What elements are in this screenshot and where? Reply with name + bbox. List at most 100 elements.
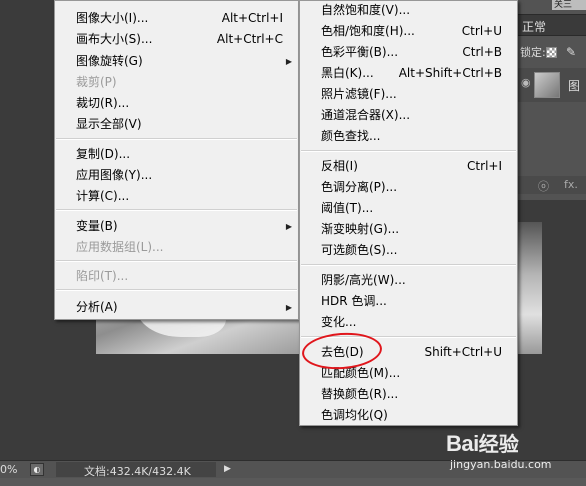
menu-separator (56, 138, 297, 140)
menu-item-11: 陷印(T)... (55, 266, 298, 287)
menu-item-shortcut: Alt+Shift+Ctrl+B (398, 66, 502, 80)
menu-item-label: 可选颜色(S)... (321, 243, 398, 257)
menu-item-label: 通道混合器(X)... (321, 108, 411, 122)
layer-row[interactable]: ◉ 图 (516, 68, 586, 102)
menu-item-14[interactable]: 变化... (300, 312, 517, 333)
menu-item-1[interactable]: 色相/饱和度(H)... Ctrl+U (300, 21, 517, 42)
menu-item-label: 画布大小(S)... (76, 32, 153, 46)
menu-item-label: 裁切(R)... (76, 96, 130, 110)
eye-icon[interactable]: ◉ (521, 76, 531, 89)
menu-item-shortcut: Alt+Ctrl+C (216, 32, 283, 46)
layers-footer: ⓞ fx. (516, 176, 586, 194)
menu-item-7[interactable]: 应用图像(Y)... (55, 165, 298, 186)
menu-item-label: 黑白(K)... (321, 66, 374, 80)
tab-strip (0, 478, 586, 486)
menu-item-12[interactable]: 阴影/高光(W)... (300, 270, 517, 291)
submenu-arrow-icon: ▶ (285, 222, 292, 231)
menu-item-label: HDR 色调... (321, 294, 387, 308)
menu-item-1[interactable]: 画布大小(S)... Alt+Ctrl+C (55, 29, 298, 50)
menu-item-label: 显示全部(V) (76, 117, 142, 131)
menu-item-4[interactable]: 裁切(R)... (55, 93, 298, 114)
image-menu: 图像大小(I)... Alt+Ctrl+I 画布大小(S)... Alt+Ctrl+C… (54, 0, 299, 320)
menu-separator (301, 150, 516, 152)
menu-item-shortcut: Shift+Ctrl+U (424, 345, 502, 359)
link-icon[interactable]: ⓞ (538, 178, 549, 194)
menu-separator (56, 289, 297, 291)
menu-item-2[interactable]: 色彩平衡(B)... Ctrl+B (300, 42, 517, 63)
fx-icon[interactable]: fx. (564, 178, 578, 191)
lock-transparency-icon[interactable] (546, 47, 557, 58)
menu-separator (301, 264, 516, 266)
menu-item-label: 图像旋转(G) (76, 54, 143, 68)
menu-item-5[interactable]: 显示全部(V) (55, 114, 298, 135)
menu-item-shortcut: Alt+Ctrl+I (221, 11, 283, 25)
panel-tab[interactable]: 关三 (552, 0, 586, 10)
menu-item-6[interactable]: 复制(D)... (55, 144, 298, 165)
watermark-url: jingyan.baidu.com (450, 458, 552, 471)
menu-item-label: 反相(I) (321, 159, 358, 173)
baidu-watermark: Bai经验 jingyan.baidu.com (446, 428, 552, 471)
menu-item-label: 应用数据组(L)... (76, 240, 164, 254)
menu-item-18[interactable]: 色调均化(Q) (300, 405, 517, 426)
menu-item-label: 色调均化(Q) (321, 408, 388, 422)
layer-thumbnail (534, 72, 560, 98)
menu-item-8[interactable]: 计算(C)... (55, 186, 298, 207)
menu-item-label: 变化... (321, 315, 357, 329)
menu-item-7[interactable]: 反相(I) Ctrl+I (300, 156, 517, 177)
menu-item-9[interactable]: 阈值(T)... (300, 198, 517, 219)
menu-item-label: 陷印(T)... (76, 269, 129, 283)
menu-item-label: 色调分离(P)... (321, 180, 398, 194)
submenu-arrow-icon: ▶ (285, 303, 292, 312)
zoom-level[interactable]: 0% (0, 463, 17, 476)
menu-item-label: 图像大小(I)... (76, 11, 149, 25)
menu-item-4[interactable]: 照片滤镜(F)... (300, 84, 517, 105)
lock-row: 锁定: ✎ (516, 44, 586, 62)
menu-separator (56, 260, 297, 262)
menu-item-label: 自然饱和度(V)... (321, 3, 411, 17)
lock-label: 锁定: (520, 46, 546, 59)
menu-item-9[interactable]: 变量(B) ▶ (55, 216, 298, 237)
menu-item-0[interactable]: 自然饱和度(V)... (300, 0, 517, 21)
menu-item-10: 应用数据组(L)... (55, 237, 298, 258)
menu-item-17[interactable]: 替换颜色(R)... (300, 384, 517, 405)
menu-item-label: 照片滤镜(F)... (321, 87, 397, 101)
menu-item-label: 色彩平衡(B)... (321, 45, 399, 59)
menu-item-shortcut: Ctrl+I (467, 159, 502, 173)
menu-item-12[interactable]: 分析(A) ▶ (55, 297, 298, 318)
layer-name: 图 (568, 79, 581, 93)
lock-brush-icon[interactable]: ✎ (566, 45, 576, 59)
menu-item-shortcut: Ctrl+B (462, 45, 502, 59)
blend-mode-select[interactable]: 正常 (516, 14, 586, 36)
watermark-logo: Bai (446, 431, 479, 456)
menu-item-label: 计算(C)... (76, 189, 130, 203)
watermark-logo-suffix: 经验 (478, 432, 519, 456)
menu-item-shortcut: Ctrl+U (461, 24, 502, 38)
menu-item-0[interactable]: 图像大小(I)... Alt+Ctrl+I (55, 8, 298, 29)
menu-item-3: 裁剪(P) (55, 72, 298, 93)
menu-item-13[interactable]: HDR 色调... (300, 291, 517, 312)
menu-item-label: 复制(D)... (76, 147, 131, 161)
submenu-arrow-icon: ▶ (285, 57, 292, 66)
photo-edge (516, 222, 542, 354)
zoom-icon[interactable]: ◐ (30, 463, 44, 476)
status-arrow-icon[interactable]: ▶ (224, 464, 231, 474)
menu-item-label: 替换颜色(R)... (321, 387, 399, 401)
menu-item-11[interactable]: 可选颜色(S)... (300, 240, 517, 261)
menu-item-6[interactable]: 颜色查找... (300, 126, 517, 147)
doc-info: 文档:432.4K/432.4K (56, 462, 216, 478)
menu-item-label: 颜色查找... (321, 129, 381, 143)
menu-item-5[interactable]: 通道混合器(X)... (300, 105, 517, 126)
menu-item-label: 分析(A) (76, 300, 118, 314)
menu-item-8[interactable]: 色调分离(P)... (300, 177, 517, 198)
menu-item-10[interactable]: 渐变映射(G)... (300, 219, 517, 240)
menu-item-label: 阴影/高光(W)... (321, 273, 406, 287)
menu-item-3[interactable]: 黑白(K)... Alt+Shift+Ctrl+B (300, 63, 517, 84)
menu-separator (56, 209, 297, 211)
menu-item-label: 变量(B) (76, 219, 118, 233)
menu-item-label: 应用图像(Y)... (76, 168, 153, 182)
menu-item-2[interactable]: 图像旋转(G) ▶ (55, 51, 298, 72)
menu-item-label: 渐变映射(G)... (321, 222, 400, 236)
menu-item-label: 裁剪(P) (76, 75, 117, 89)
menu-item-label: 色相/饱和度(H)... (321, 24, 415, 38)
menu-item-label: 阈值(T)... (321, 201, 374, 215)
